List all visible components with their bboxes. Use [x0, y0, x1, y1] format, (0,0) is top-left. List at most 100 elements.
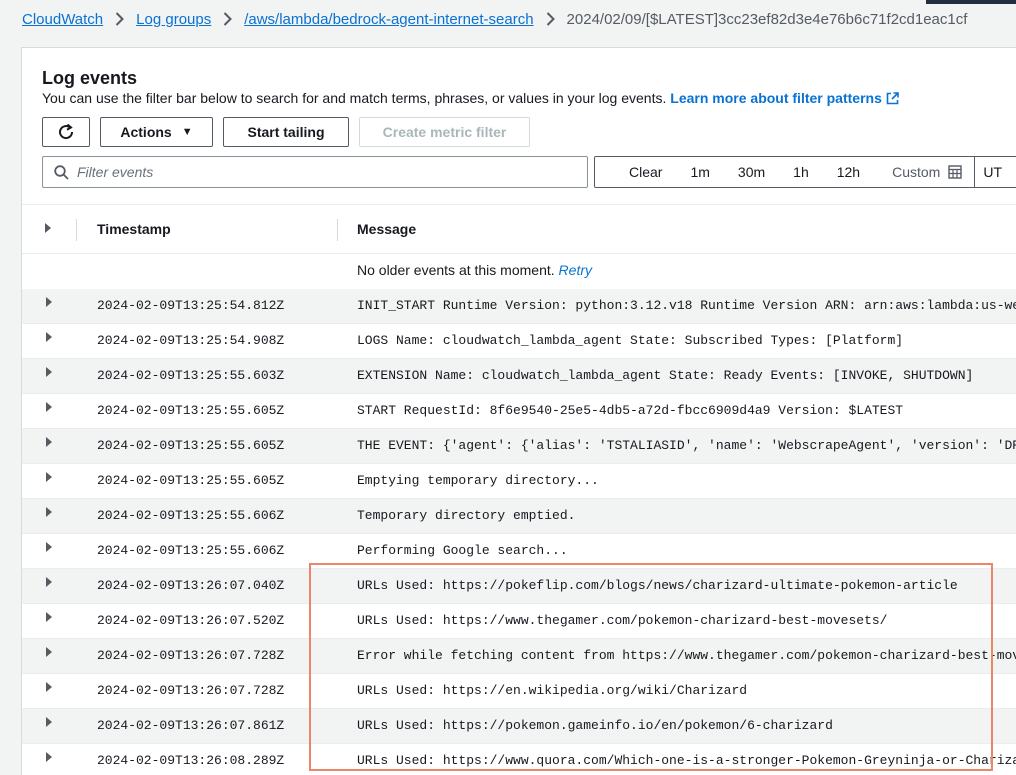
time-option-custom[interactable]: Custom [874, 164, 974, 180]
refresh-icon [57, 123, 75, 141]
log-event-message: URLs Used: https://en.wikipedia.org/wiki… [357, 683, 748, 698]
chevron-right-icon [546, 12, 555, 26]
log-event-row[interactable]: 2024-02-09T13:25:55.606Z Performing Googl… [22, 534, 1016, 569]
log-event-message: EXTENSION Name: cloudwatch_lambda_agent … [357, 368, 974, 383]
log-event-row[interactable]: 2024-02-09T13:26:07.861Z URLs Used: https… [22, 709, 1016, 744]
log-event-message: Error while fetching content from https:… [357, 648, 1016, 663]
expand-row-icon[interactable] [45, 646, 53, 662]
column-divider [337, 219, 338, 241]
log-event-row[interactable]: 2024-02-09T13:26:07.520Z URLs Used: https… [22, 604, 1016, 639]
expand-row-icon[interactable] [45, 506, 53, 522]
time-option-1h[interactable]: 1h [779, 164, 823, 180]
log-event-row[interactable]: 2024-02-09T13:26:08.289Z URLs Used: https… [22, 744, 1016, 775]
no-older-events-notice: No older events at this moment. Retry [357, 262, 592, 278]
log-event-timestamp: 2024-02-09T13:26:07.728Z [97, 683, 285, 698]
time-option-1m[interactable]: 1m [676, 164, 723, 180]
expand-row-icon[interactable] [45, 296, 53, 312]
panel-description: You can use the filter bar below to sear… [42, 90, 899, 108]
log-event-message: Temporary directory emptied. [357, 508, 576, 523]
log-event-message: START RequestId: 8f6e9540-25e5-4db5-a72d… [357, 403, 904, 418]
log-event-row[interactable]: 2024-02-09T13:25:55.603Z EXTENSION Name: … [22, 359, 1016, 394]
retry-link[interactable]: Retry [559, 262, 592, 278]
expand-row-icon[interactable] [45, 436, 53, 452]
start-tailing-button[interactable]: Start tailing [223, 117, 349, 147]
time-clear-option[interactable]: Clear [595, 164, 676, 180]
log-event-timestamp: 2024-02-09T13:25:55.606Z [97, 508, 285, 523]
log-event-row[interactable]: 2024-02-09T13:26:07.728Z Error while fetc… [22, 639, 1016, 674]
chevron-right-icon [115, 12, 125, 26]
log-event-message: LOGS Name: cloudwatch_lambda_agent State… [357, 333, 904, 348]
top-bar-edge [0, 0, 1016, 4]
log-event-timestamp: 2024-02-09T13:26:07.728Z [97, 648, 285, 663]
log-event-timestamp: 2024-02-09T13:25:55.605Z [97, 403, 285, 418]
breadcrumb-current-stream: 2024/02/09/[$LATEST]3cc23ef82d3e4e76b6c7… [566, 10, 968, 28]
log-event-row[interactable]: 2024-02-09T13:25:54.908Z LOGS Name: cloud… [22, 324, 1016, 359]
create-metric-filter-button[interactable]: Create metric filter [359, 117, 530, 147]
message-column-header[interactable]: Message [357, 221, 416, 237]
expand-row-icon[interactable] [45, 331, 53, 347]
expand-row-icon[interactable] [45, 611, 53, 627]
breadcrumb-log-group-name[interactable]: /aws/lambda/bedrock-agent-internet-searc… [244, 11, 533, 28]
expand-row-icon[interactable] [45, 366, 53, 382]
log-event-message: URLs Used: https://www.thegamer.com/poke… [357, 613, 888, 628]
log-event-row[interactable]: 2024-02-09T13:25:54.812Z INIT_START Runti… [22, 289, 1016, 324]
log-event-row[interactable]: 2024-02-09T13:26:07.040Z URLs Used: https… [22, 569, 1016, 604]
expand-all-icon[interactable] [44, 221, 52, 239]
log-event-timestamp: 2024-02-09T13:25:55.603Z [97, 368, 285, 383]
search-icon [54, 164, 69, 180]
chevron-right-icon [223, 12, 233, 26]
log-table-header: Timestamp Message [22, 204, 1016, 254]
expand-row-icon[interactable] [45, 681, 53, 697]
log-event-timestamp: 2024-02-09T13:25:55.606Z [97, 543, 285, 558]
breadcrumb-cloudwatch[interactable]: CloudWatch [22, 11, 103, 28]
log-event-row[interactable]: 2024-02-09T13:25:55.606Z Temporary direct… [22, 499, 1016, 534]
expand-row-icon[interactable] [45, 716, 53, 732]
breadcrumb-log-groups[interactable]: Log groups [136, 11, 211, 28]
panel-title: Log events [42, 68, 138, 88]
expand-row-icon[interactable] [45, 576, 53, 592]
learn-more-link[interactable]: Learn more about filter patterns [670, 90, 899, 106]
log-events-list: 2024-02-09T13:25:54.812Z INIT_START Runti… [22, 289, 1016, 775]
custom-label: Custom [892, 164, 941, 180]
log-event-timestamp: 2024-02-09T13:25:55.605Z [97, 438, 285, 453]
log-event-timestamp: 2024-02-09T13:25:55.605Z [97, 473, 285, 488]
log-event-message: Performing Google search... [357, 543, 568, 558]
column-divider [76, 219, 77, 241]
log-event-row[interactable]: 2024-02-09T13:26:07.728Z URLs Used: https… [22, 674, 1016, 709]
log-event-row[interactable]: 2024-02-09T13:25:55.605Z Emptying tempora… [22, 464, 1016, 499]
caret-down-icon: ▼ [181, 126, 193, 138]
log-event-message: THE EVENT: {'agent': {'alias': 'TSTALIAS… [357, 438, 1016, 453]
timestamp-column-header[interactable]: Timestamp [97, 221, 171, 237]
log-events-panel: Log events You can use the filter bar be… [21, 47, 1016, 775]
log-event-message: URLs Used: https://pokeflip.com/blogs/ne… [357, 578, 958, 593]
breadcrumb: CloudWatch Log groups /aws/lambda/bedroc… [22, 8, 967, 30]
time-option-12h[interactable]: 12h [823, 164, 874, 180]
log-event-timestamp: 2024-02-09T13:25:54.908Z [97, 333, 285, 348]
filter-events-input[interactable] [77, 164, 557, 180]
expand-row-icon[interactable] [45, 471, 53, 487]
expand-row-icon[interactable] [45, 401, 53, 417]
log-event-message: URLs Used: https://www.quora.com/Which-o… [357, 753, 1016, 768]
expand-row-icon[interactable] [45, 541, 53, 557]
timezone-selector[interactable]: UT [974, 157, 1002, 187]
log-event-message: INIT_START Runtime Version: python:3.12.… [357, 298, 1016, 313]
log-event-timestamp: 2024-02-09T13:25:54.812Z [97, 298, 285, 313]
log-event-timestamp: 2024-02-09T13:26:07.861Z [97, 718, 285, 733]
log-event-timestamp: 2024-02-09T13:26:07.520Z [97, 613, 285, 628]
external-link-icon [886, 92, 899, 108]
actions-dropdown-button[interactable]: Actions ▼ [100, 117, 213, 147]
time-range-selector: Clear 1m 30m 1h 12h Custom UT [594, 156, 1016, 188]
expand-row-icon[interactable] [45, 751, 53, 767]
filter-events-search [42, 156, 588, 188]
refresh-button[interactable] [42, 117, 90, 147]
log-event-row[interactable]: 2024-02-09T13:25:55.605Z START RequestId:… [22, 394, 1016, 429]
panel-description-text: You can use the filter bar below to sear… [42, 90, 667, 106]
notice-text: No older events at this moment. [357, 262, 555, 278]
time-option-30m[interactable]: 30m [724, 164, 779, 180]
log-event-message: Emptying temporary directory... [357, 473, 599, 488]
learn-more-label: Learn more about filter patterns [670, 90, 882, 106]
calendar-icon [948, 165, 963, 179]
log-event-row[interactable]: 2024-02-09T13:25:55.605Z THE EVENT: {'age… [22, 429, 1016, 464]
actions-label: Actions [120, 124, 172, 140]
log-event-timestamp: 2024-02-09T13:26:07.040Z [97, 578, 285, 593]
